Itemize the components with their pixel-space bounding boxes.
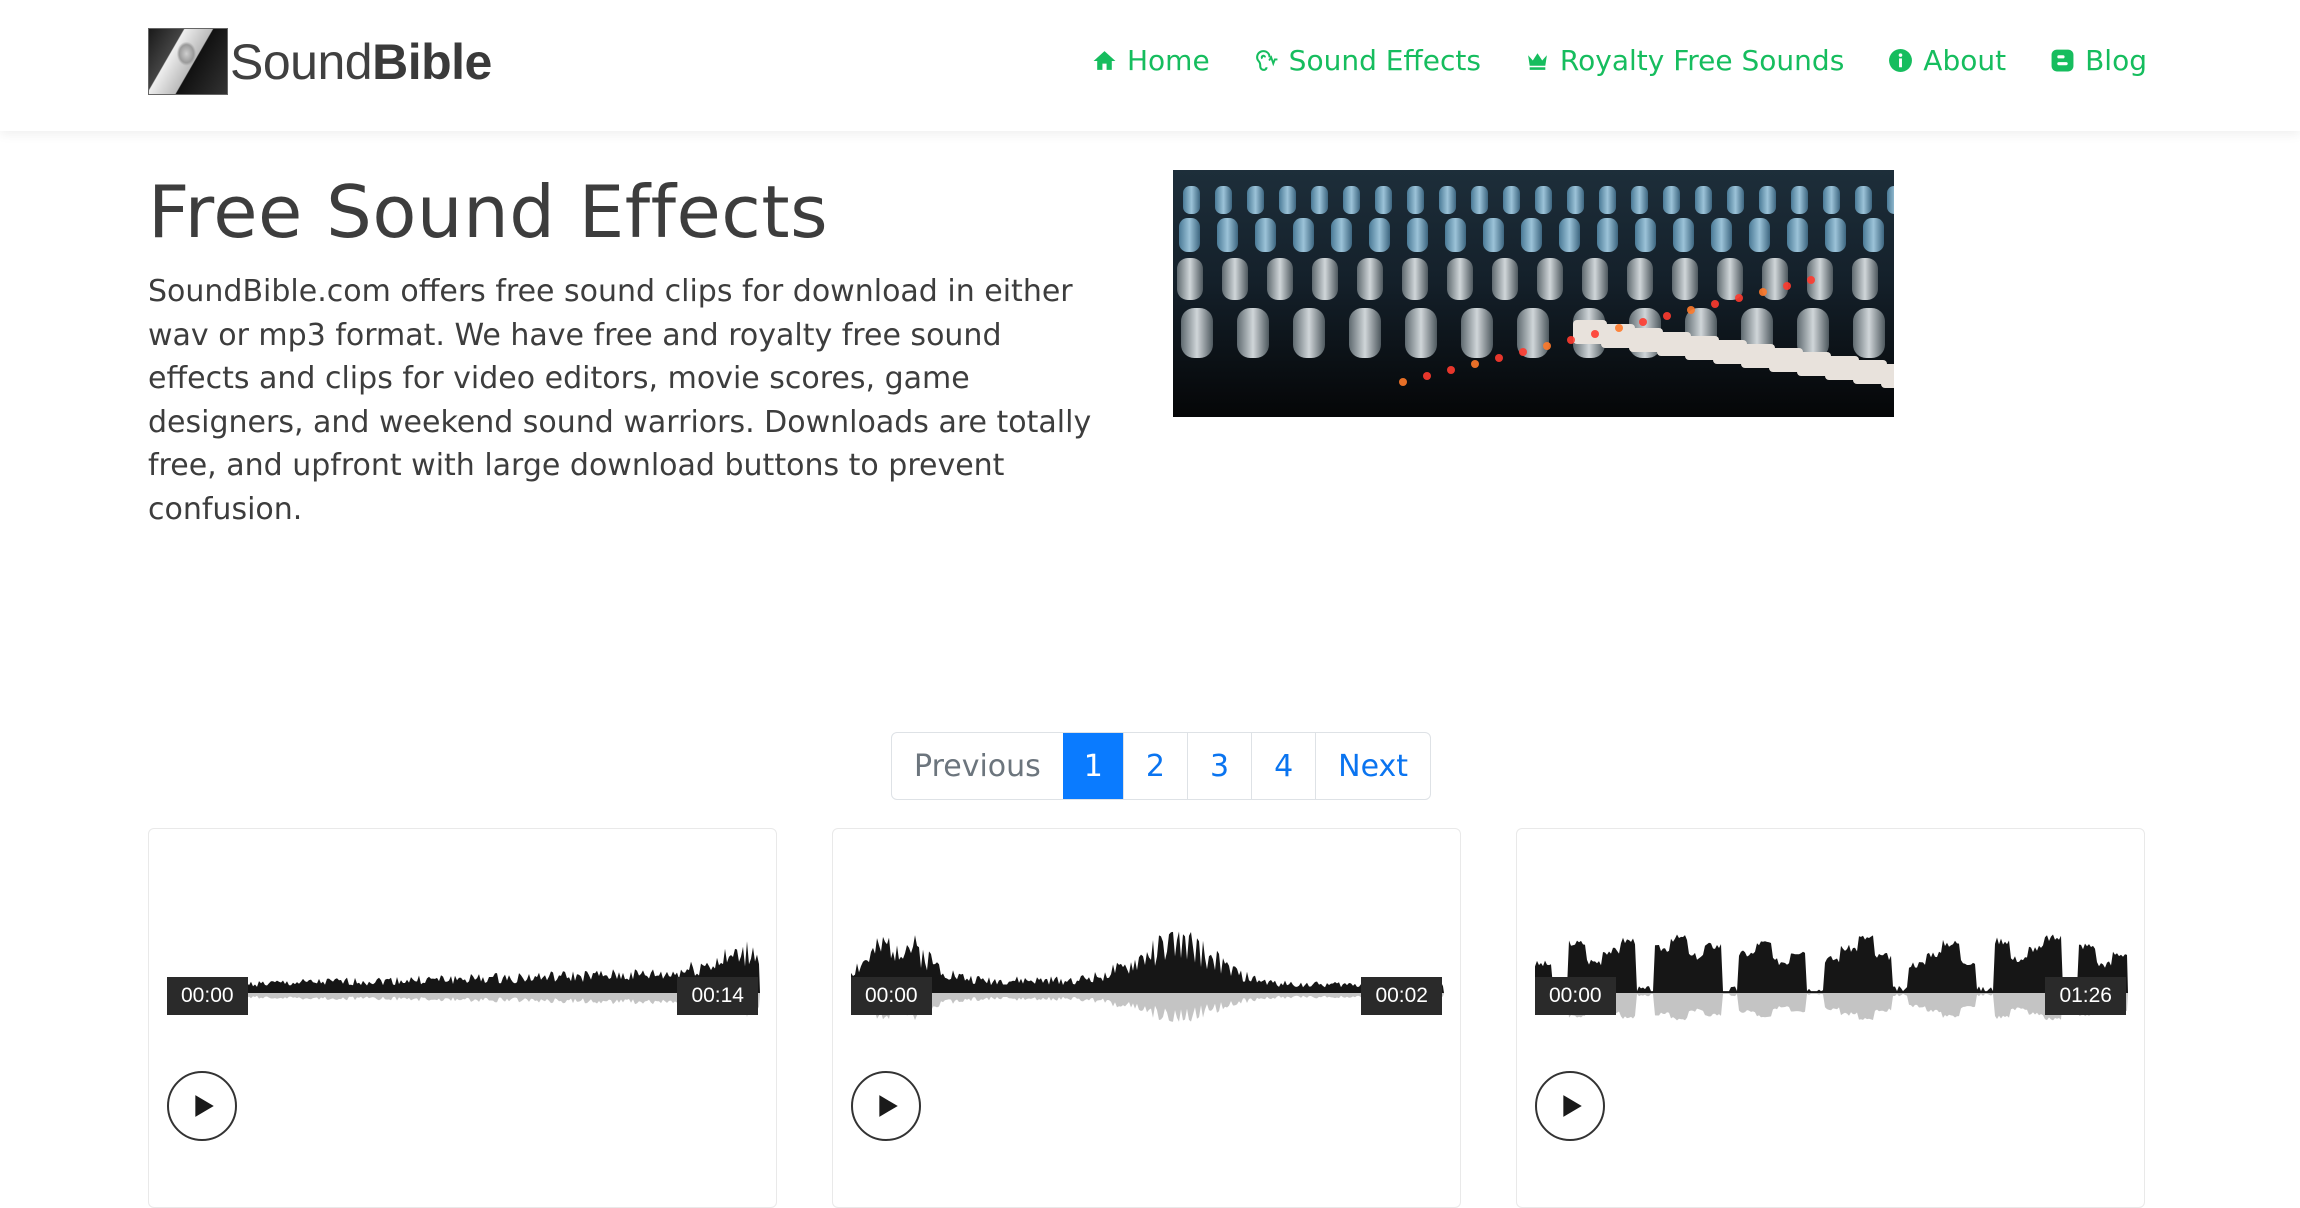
play-button[interactable] bbox=[167, 1071, 237, 1141]
play-button[interactable] bbox=[851, 1071, 921, 1141]
current-time: 00:00 bbox=[167, 977, 248, 1015]
duration: 00:14 bbox=[677, 977, 758, 1015]
play-icon bbox=[195, 1095, 214, 1117]
pagination-previous[interactable]: Previous bbox=[892, 733, 1063, 799]
blogger-icon bbox=[2051, 49, 2074, 72]
nav-royalty-free-sounds[interactable]: Royalty Free Sounds bbox=[1525, 44, 1844, 77]
duration: 00:02 bbox=[1361, 977, 1442, 1015]
home-icon bbox=[1093, 51, 1116, 70]
play-icon bbox=[879, 1095, 898, 1117]
nav-about[interactable]: About bbox=[1888, 44, 2006, 77]
pagination-next[interactable]: Next bbox=[1315, 733, 1430, 799]
sound-card: 00:00 00:14 bbox=[148, 828, 777, 1208]
waveform[interactable] bbox=[167, 929, 760, 1029]
main-nav: Home Sound Effects Royalty Free Sounds A… bbox=[1092, 44, 2147, 77]
intro-text: SoundBible.com offers free sound clips f… bbox=[148, 274, 1092, 527]
current-time: 00:00 bbox=[1535, 977, 1616, 1015]
play-icon bbox=[1563, 1095, 1582, 1117]
navbar: SoundBible Home Sound Effects Royalty Fr… bbox=[0, 0, 2300, 131]
logo-image bbox=[148, 28, 228, 95]
pagination-page-3[interactable]: 3 bbox=[1186, 733, 1251, 799]
nav-blog[interactable]: Blog bbox=[2050, 44, 2147, 77]
current-time: 00:00 bbox=[851, 977, 932, 1015]
hero-mixer-image bbox=[1173, 170, 1894, 417]
nav-sound-effects[interactable]: Sound Effects bbox=[1254, 44, 1481, 77]
pagination-page-2[interactable]: 2 bbox=[1122, 733, 1187, 799]
ear-icon bbox=[1255, 50, 1278, 71]
pagination-page-1[interactable]: 1 bbox=[1062, 733, 1123, 799]
play-button[interactable] bbox=[1535, 1071, 1605, 1141]
pagination: Previous 1 2 3 4 Next bbox=[891, 732, 1432, 800]
crown-icon bbox=[1528, 53, 1547, 70]
waveform[interactable] bbox=[1535, 929, 2128, 1029]
waveform[interactable] bbox=[851, 929, 1444, 1029]
page-title: Free Sound Effects bbox=[148, 170, 829, 254]
nav-home[interactable]: Home bbox=[1092, 44, 1210, 77]
site-logo[interactable]: SoundBible bbox=[148, 28, 492, 95]
pagination-page-4[interactable]: 4 bbox=[1251, 733, 1315, 799]
logo-text: SoundBible bbox=[230, 33, 492, 90]
info-icon bbox=[1889, 49, 1913, 72]
sound-card: 00:00 00:02 bbox=[832, 828, 1461, 1208]
sound-card: 00:00 01:26 bbox=[1516, 828, 2145, 1208]
duration: 01:26 bbox=[2045, 977, 2126, 1015]
